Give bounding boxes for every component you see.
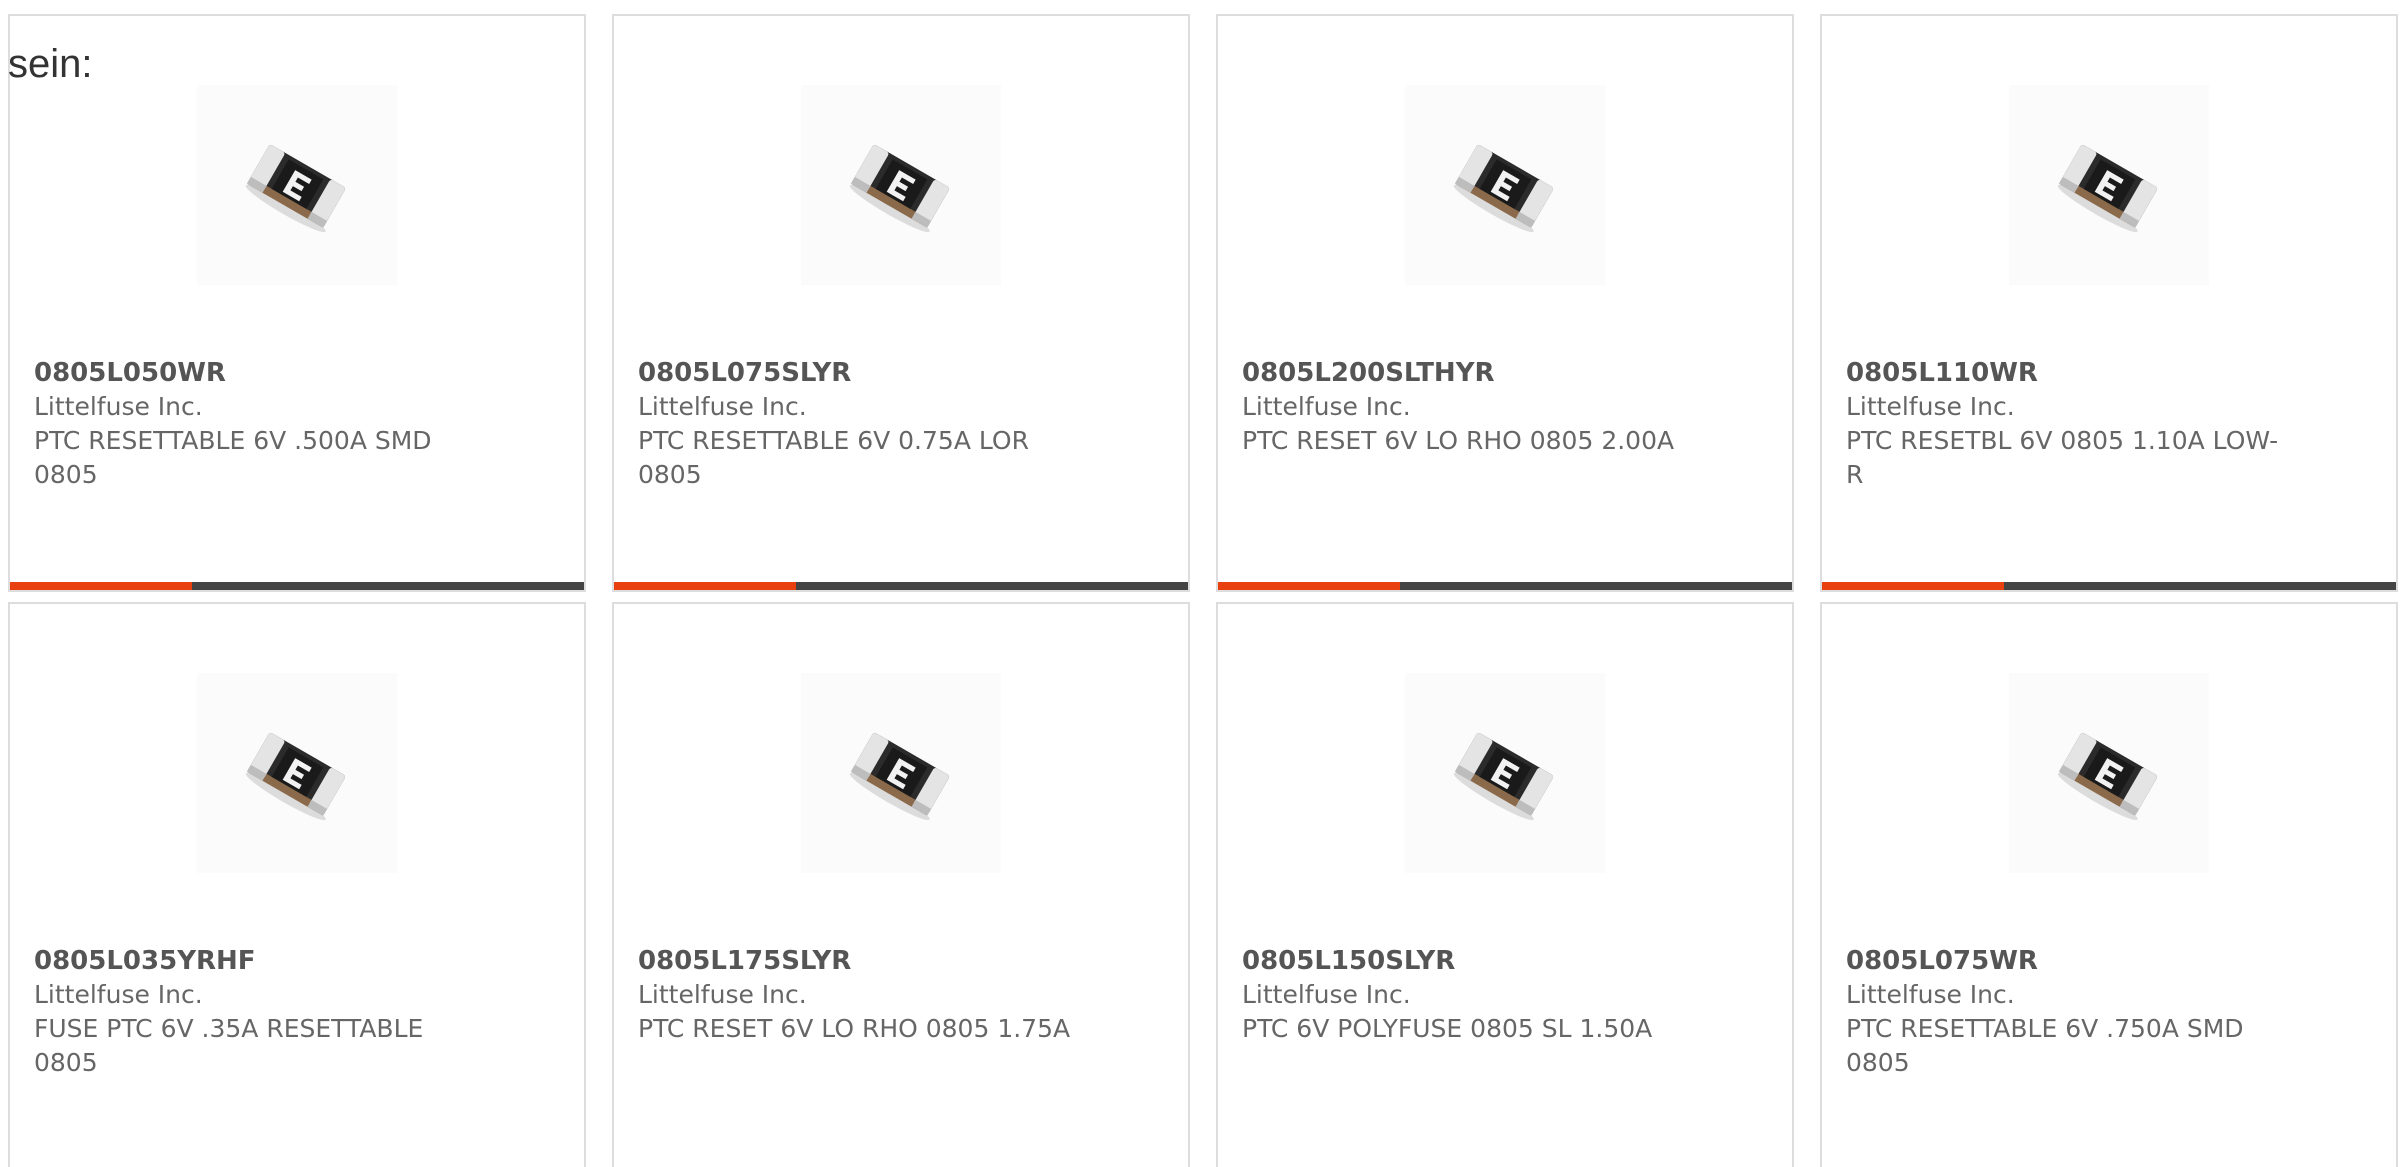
manufacturer: Littelfuse Inc. [34,980,203,1009]
product-card[interactable]: 0805L150SLYR Littelfuse Inc. PTC 6V POLY… [1216,602,1794,1167]
manufacturer: Littelfuse Inc. [1846,392,2015,421]
product-description: PTC RESETTABLE 6V 0.75A LOR 0805 [638,426,1029,489]
card-bottom-bar [1822,582,2396,590]
manufacturer: Littelfuse Inc. [1242,392,1411,421]
product-description: PTC RESETTABLE 6V .750A SMD 0805 [1846,1014,2244,1077]
product-description: PTC RESET 6V LO RHO 0805 2.00A [1242,426,1675,455]
product-image[interactable] [197,673,397,873]
product-image[interactable] [2009,85,2209,285]
product-card[interactable]: 0805L175SLYR Littelfuse Inc. PTC RESET 6… [612,602,1190,1167]
manufacturer: Littelfuse Inc. [1242,980,1411,1009]
manufacturer: Littelfuse Inc. [638,980,807,1009]
product-card[interactable]: 0805L110WR Littelfuse Inc. PTC RESETBL 6… [1820,14,2398,592]
product-info: 0805L110WR Littelfuse Inc. PTC RESETBL 6… [1846,356,2286,492]
card-accent-bar [10,582,192,590]
card-accent-bar [614,582,796,590]
product-image[interactable] [1405,85,1605,285]
card-bottom-bar [1218,582,1792,590]
product-card[interactable]: 0805L050WR Littelfuse Inc. PTC RESETTABL… [8,14,586,592]
card-bottom-bar [614,582,1188,590]
part-number[interactable]: 0805L050WR [34,356,474,390]
part-number[interactable]: 0805L200SLTHYR [1242,356,1682,390]
manufacturer: Littelfuse Inc. [1846,980,2015,1009]
product-description: FUSE PTC 6V .35A RESETTABLE 0805 [34,1014,424,1077]
product-image[interactable] [197,85,397,285]
product-image[interactable] [2009,673,2209,873]
product-description: PTC RESETBL 6V 0805 1.10A LOW-R [1846,426,2279,489]
card-bottom-bar [10,582,584,590]
part-number[interactable]: 0805L035YRHF [34,944,474,978]
product-info: 0805L075SLYR Littelfuse Inc. PTC RESETTA… [638,356,1078,492]
product-image[interactable] [1405,673,1605,873]
product-card[interactable]: 0805L075WR Littelfuse Inc. PTC RESETTABL… [1820,602,2398,1167]
product-card[interactable]: 0805L035YRHF Littelfuse Inc. FUSE PTC 6V… [8,602,586,1167]
product-image[interactable] [801,85,1001,285]
part-number[interactable]: 0805L175SLYR [638,944,1078,978]
product-image[interactable] [801,673,1001,873]
product-info: 0805L075WR Littelfuse Inc. PTC RESETTABL… [1846,944,2286,1080]
product-info: 0805L050WR Littelfuse Inc. PTC RESETTABL… [34,356,474,492]
product-info: 0805L200SLTHYR Littelfuse Inc. PTC RESET… [1242,356,1682,458]
card-accent-bar [1218,582,1400,590]
part-number[interactable]: 0805L150SLYR [1242,944,1682,978]
part-number[interactable]: 0805L075WR [1846,944,2286,978]
product-card[interactable]: 0805L200SLTHYR Littelfuse Inc. PTC RESET… [1216,14,1794,592]
product-card[interactable]: 0805L075SLYR Littelfuse Inc. PTC RESETTA… [612,14,1190,592]
manufacturer: Littelfuse Inc. [638,392,807,421]
card-accent-bar [1822,582,2004,590]
product-description: PTC 6V POLYFUSE 0805 SL 1.50A [1242,1014,1653,1043]
manufacturer: Littelfuse Inc. [34,392,203,421]
product-listing-page: sein: 0805L050WR Littelfuse Inc. PTC RES… [0,0,2400,1167]
product-description: PTC RESETTABLE 6V .500A SMD 0805 [34,426,432,489]
part-number[interactable]: 0805L110WR [1846,356,2286,390]
intro-text: sein: [8,42,93,86]
product-grid: 0805L050WR Littelfuse Inc. PTC RESETTABL… [8,14,2398,1167]
part-number[interactable]: 0805L075SLYR [638,356,1078,390]
product-info: 0805L035YRHF Littelfuse Inc. FUSE PTC 6V… [34,944,474,1080]
product-info: 0805L150SLYR Littelfuse Inc. PTC 6V POLY… [1242,944,1682,1046]
product-info: 0805L175SLYR Littelfuse Inc. PTC RESET 6… [638,944,1078,1046]
product-description: PTC RESET 6V LO RHO 0805 1.75A [638,1014,1071,1043]
